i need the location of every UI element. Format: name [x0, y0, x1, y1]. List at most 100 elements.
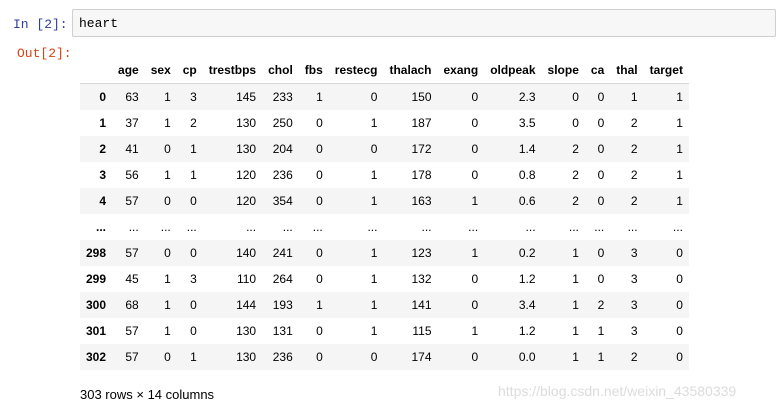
table-cell: ...: [312, 220, 323, 234]
table-cell: 0: [190, 324, 197, 338]
column-header: fbs: [298, 57, 329, 84]
table-cell: 1: [597, 324, 605, 338]
table-cell: 1: [370, 298, 378, 312]
table-cell: 1: [190, 350, 197, 364]
table-cell: 3.4: [518, 298, 536, 312]
row-index: 1: [99, 116, 107, 130]
table-cell: ...: [128, 220, 139, 234]
table-cell: 120: [236, 168, 257, 182]
table-cell: 1: [572, 246, 579, 260]
index-header: [80, 57, 113, 84]
table-cell: 0: [316, 168, 323, 182]
column-header: restecg: [328, 57, 384, 84]
table-row: 4 57 0 0 120 354 0 1 163 1 0.6 2 0 2 1: [80, 188, 689, 214]
table-cell: 1: [370, 168, 378, 182]
table-cell: 3: [630, 324, 638, 338]
column-header: slope: [541, 57, 585, 84]
column-header: trestbps: [202, 57, 263, 84]
table-cell: 0: [471, 90, 479, 104]
table-cell: 0.0: [518, 350, 536, 364]
table-cell: 57: [125, 246, 139, 260]
table-cell: 57: [125, 324, 139, 338]
table-cell: 2: [597, 298, 605, 312]
dataframe-table: age sex cp trestbps chol fbs restecg thalach exa…: [80, 57, 689, 370]
table-cell: 0: [676, 324, 683, 338]
table-cell: 1: [676, 116, 683, 130]
table-cell: 0: [164, 194, 171, 208]
table-cell: 2: [630, 168, 638, 182]
table-cell: 0: [370, 350, 378, 364]
row-index: 3: [99, 168, 107, 182]
table-cell: ...: [627, 220, 638, 234]
table-cell: 0: [597, 194, 605, 208]
table-cell: 178: [411, 168, 432, 182]
table-cell: ...: [282, 220, 293, 234]
table-cell: 3: [630, 246, 638, 260]
table-cell: 2: [630, 194, 638, 208]
table-cell: 1.2: [518, 272, 536, 286]
table-cell: 1: [164, 116, 171, 130]
table-cell: 1: [471, 194, 479, 208]
table-row: 0 63 1 3 145 233 1 0 150 0 2.3 0 0 1 1: [80, 83, 689, 110]
table-cell: 0: [190, 298, 197, 312]
table-cell: 115: [412, 324, 432, 338]
table-cell: 3: [630, 272, 638, 286]
table-cell: 1: [190, 142, 197, 156]
column-header: exang: [437, 57, 485, 84]
table-cell: 1.2: [518, 324, 536, 338]
table-cell: 187: [411, 116, 432, 130]
table-cell: 0: [471, 350, 479, 364]
column-header: thal: [610, 57, 644, 84]
table-cell: 1: [676, 168, 683, 182]
table-cell: 57: [125, 194, 139, 208]
table-cell: 1: [190, 168, 197, 182]
table-cell: 236: [272, 168, 293, 182]
table-cell: 0: [597, 142, 605, 156]
table-row: 300 68 1 0 144 193 1 1 141 0 3.4 1 2 3 0: [80, 292, 689, 318]
table-row: 3 56 1 1 120 236 0 1 178 0 0.8 2 0 2 1: [80, 162, 689, 188]
table-cell: 1: [471, 246, 479, 260]
table-cell: 120: [236, 194, 257, 208]
table-cell: ...: [367, 220, 378, 234]
table-cell: 1: [676, 194, 683, 208]
table-cell: 41: [125, 142, 139, 156]
table-cell: 130: [236, 324, 257, 338]
table-cell: 1: [164, 90, 171, 104]
table-cell: 141: [411, 298, 432, 312]
table-cell: ...: [468, 220, 479, 234]
table-cell: 0: [471, 116, 479, 130]
row-index: 0: [99, 90, 107, 104]
row-index: ...: [96, 220, 107, 234]
column-header: ca: [584, 57, 611, 84]
table-cell: 0: [190, 246, 197, 260]
table-cell: 0: [190, 194, 197, 208]
table-cell: 0: [316, 350, 323, 364]
table-cell: 0: [471, 142, 479, 156]
table-cell: 1: [370, 324, 378, 338]
table-cell: 1: [572, 350, 579, 364]
table-cell: 354: [272, 194, 293, 208]
table-cell: 0: [597, 168, 605, 182]
input-prompt: In [2]:: [13, 17, 68, 32]
table-body: 0 63 1 3 145 233 1 0 150 0 2.3 0 0 1 1 1 37 1 2 130 250 0 1 187…: [80, 83, 689, 370]
table-cell: 3: [190, 272, 197, 286]
table-cell: 1: [676, 142, 683, 156]
table-cell: 1: [370, 116, 378, 130]
table-cell: 57: [125, 350, 139, 364]
table-cell: 37: [125, 116, 139, 130]
table-header-row: age sex cp trestbps chol fbs restecg thalach exa…: [80, 57, 689, 84]
table-cell: 193: [272, 298, 293, 312]
table-cell: 174: [411, 350, 432, 364]
table-cell: 0: [572, 90, 579, 104]
table-cell: 1: [630, 90, 638, 104]
table-cell: 123: [411, 246, 432, 260]
table-row: ........................................…: [80, 214, 689, 240]
table-cell: 1: [164, 168, 171, 182]
table-cell: ...: [246, 220, 257, 234]
table-cell: 110: [236, 272, 257, 286]
table-cell: 0: [676, 246, 683, 260]
code-input-cell[interactable]: heart: [72, 9, 776, 37]
row-index: 302: [86, 350, 107, 364]
table-cell: 0: [597, 116, 605, 130]
table-cell: 2: [572, 168, 579, 182]
